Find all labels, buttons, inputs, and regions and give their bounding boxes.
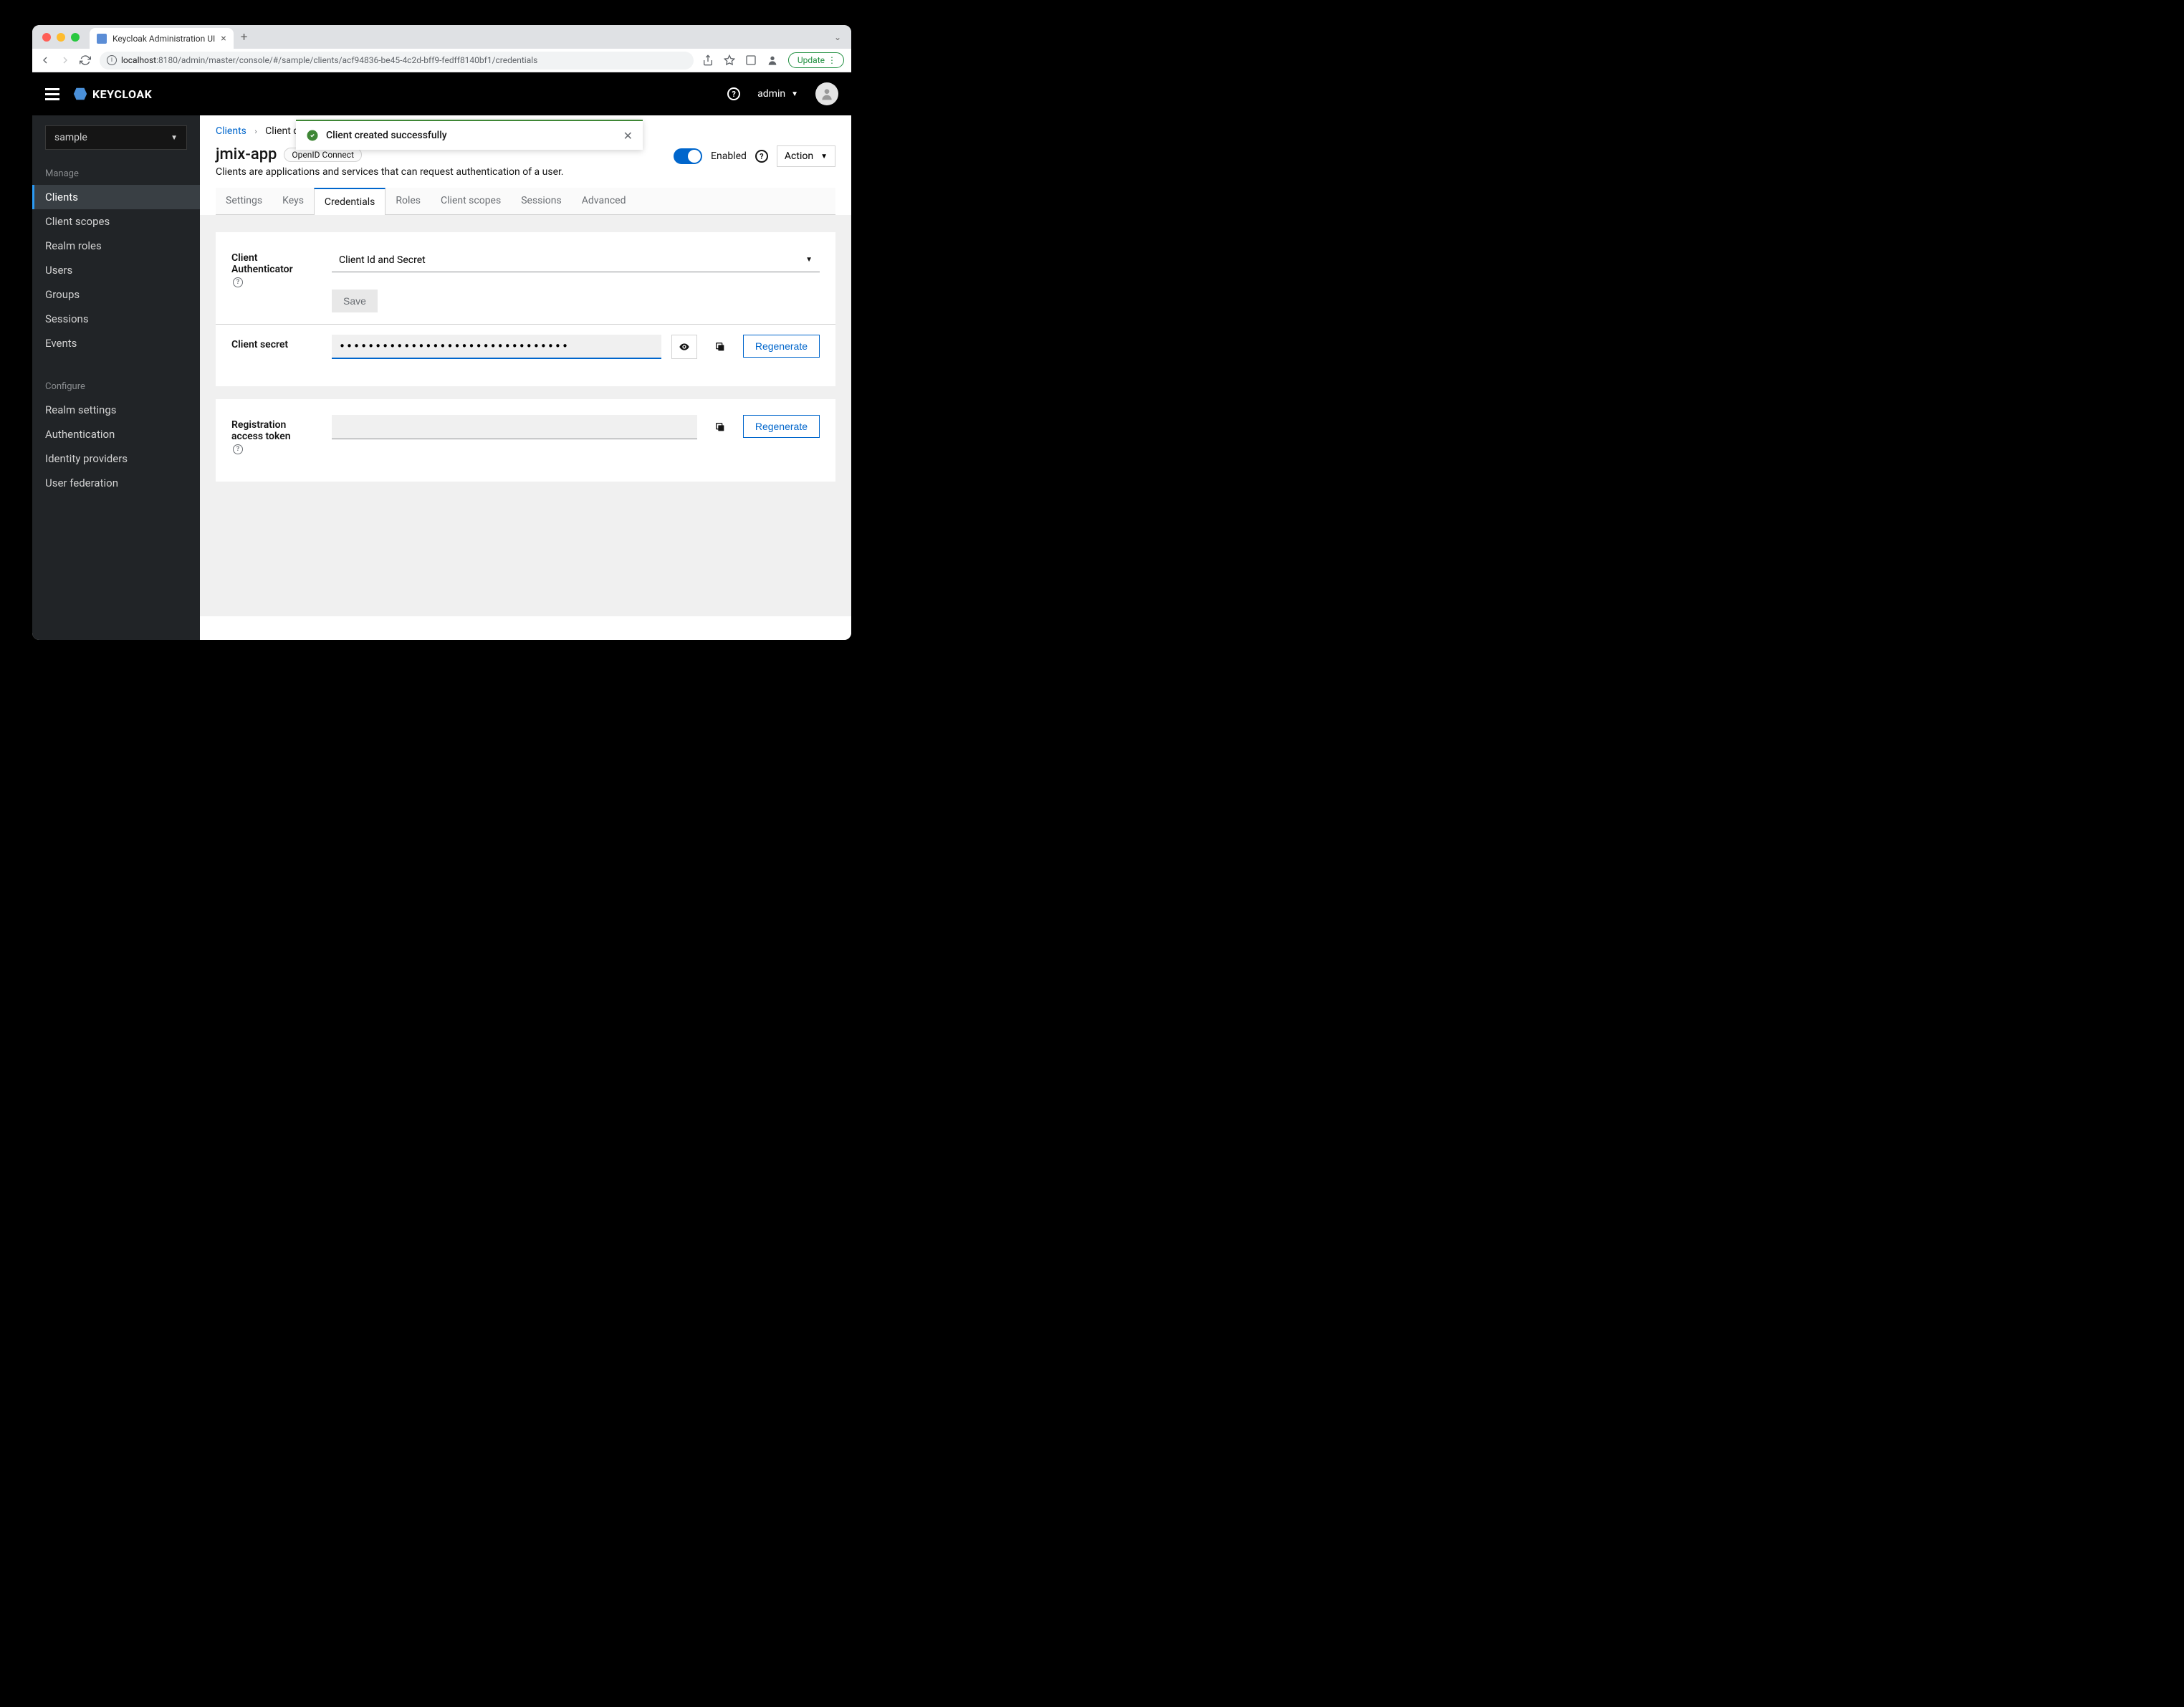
tab-sessions[interactable]: Sessions [511, 188, 572, 214]
tab-keys[interactable]: Keys [272, 188, 314, 214]
avatar[interactable] [815, 82, 838, 105]
copy-token-button[interactable] [707, 415, 733, 439]
page-title: jmix-app [216, 145, 277, 163]
bookmark-icon[interactable] [724, 54, 735, 66]
sidebar-item-realm-settings[interactable]: Realm settings [32, 398, 200, 422]
sidebar-section-manage: Manage [32, 163, 200, 185]
close-window-button[interactable] [42, 33, 51, 42]
maximize-window-button[interactable] [71, 33, 80, 42]
authenticator-select[interactable]: Client Id and Secret ▼ [332, 248, 820, 272]
chevron-down-icon: ▼ [820, 153, 828, 161]
more-icon: ⋮ [828, 55, 836, 65]
eye-icon [679, 341, 690, 353]
reg-token-input[interactable] [332, 415, 697, 439]
sidebar-item-authentication[interactable]: Authentication [32, 422, 200, 446]
tab-title: Keycloak Administration UI [112, 34, 215, 44]
registration-token-card: Registration access token ? Regenerate [216, 399, 835, 482]
tab-roles[interactable]: Roles [385, 188, 431, 214]
browser-tab[interactable]: Keycloak Administration UI × [90, 28, 234, 49]
regenerate-token-button[interactable]: Regenerate [743, 415, 820, 438]
tab-overflow-icon[interactable]: ⌄ [834, 32, 841, 42]
forward-button[interactable] [59, 54, 71, 66]
new-tab-button[interactable]: + [241, 30, 248, 44]
toast-close-icon[interactable]: ✕ [623, 129, 633, 143]
tab-settings[interactable]: Settings [216, 188, 272, 214]
regenerate-secret-button[interactable]: Regenerate [743, 335, 820, 358]
action-dropdown[interactable]: Action ▼ [777, 145, 835, 167]
tab-client-scopes[interactable]: Client scopes [431, 188, 511, 214]
app-header: KEYCLOAK ? admin ▼ [32, 72, 851, 115]
help-icon[interactable]: ? [233, 277, 243, 287]
site-info-icon[interactable]: i [107, 55, 117, 65]
help-icon[interactable]: ? [755, 150, 768, 163]
address-bar: i localhost:8180/admin/master/console/#/… [32, 49, 851, 72]
sidebar-item-client-scopes[interactable]: Client scopes [32, 209, 200, 234]
sidebar-section-configure: Configure [32, 376, 200, 398]
extensions-icon[interactable] [745, 54, 757, 66]
help-icon[interactable]: ? [233, 444, 243, 454]
sidebar-item-events[interactable]: Events [32, 331, 200, 355]
copy-icon [714, 421, 726, 433]
minimize-window-button[interactable] [57, 33, 65, 42]
profile-icon[interactable] [767, 54, 778, 66]
divider [216, 324, 835, 325]
logo[interactable]: KEYCLOAK [72, 86, 152, 102]
tabs: Settings Keys Credentials Roles Client s… [216, 188, 835, 215]
keycloak-logo-icon [72, 86, 88, 102]
main-content: Clients › Client details jmix-app OpenID… [200, 115, 851, 640]
sidebar-item-identity-providers[interactable]: Identity providers [32, 446, 200, 471]
update-button[interactable]: Update ⋮ [788, 52, 844, 68]
enabled-label: Enabled [711, 150, 747, 162]
url-text: localhost:8180/admin/master/console/#/sa… [121, 55, 537, 65]
copy-icon [714, 341, 726, 353]
client-secret-label: Client secret [231, 335, 317, 350]
sidebar-item-sessions[interactable]: Sessions [32, 307, 200, 331]
sidebar-item-users[interactable]: Users [32, 258, 200, 282]
close-tab-icon[interactable]: × [221, 33, 226, 44]
sidebar: sample ▼ Manage Clients Client scopes Re… [32, 115, 200, 640]
user-menu[interactable]: admin ▼ [757, 88, 798, 100]
browser-titlebar: Keycloak Administration UI × + ⌄ [32, 25, 851, 49]
sidebar-item-groups[interactable]: Groups [32, 282, 200, 307]
enabled-toggle[interactable] [674, 148, 702, 164]
breadcrumb-clients-link[interactable]: Clients [216, 125, 246, 137]
back-button[interactable] [39, 54, 51, 66]
toolbar-right: Update ⋮ [702, 52, 844, 68]
sidebar-item-user-federation[interactable]: User federation [32, 471, 200, 495]
success-toast: Client created successfully ✕ [296, 120, 643, 150]
help-icon[interactable]: ? [727, 87, 740, 100]
tab-content: Client Authenticator ? Client Id and Sec… [200, 215, 851, 616]
realm-selector[interactable]: sample ▼ [45, 125, 187, 150]
browser-window: Keycloak Administration UI × + ⌄ i local… [32, 25, 851, 640]
page-description: Clients are applications and services th… [216, 166, 665, 178]
chevron-down-icon: ▼ [791, 90, 798, 98]
authenticator-card: Client Authenticator ? Client Id and Sec… [216, 232, 835, 386]
tab-credentials[interactable]: Credentials [314, 188, 385, 215]
chevron-down-icon: ▼ [805, 256, 813, 264]
reload-button[interactable] [80, 54, 91, 66]
sidebar-item-clients[interactable]: Clients [32, 185, 200, 209]
favicon-icon [97, 34, 107, 44]
copy-secret-button[interactable] [707, 335, 733, 359]
url-field[interactable]: i localhost:8180/admin/master/console/#/… [100, 52, 694, 70]
chevron-right-icon: › [254, 127, 257, 136]
sidebar-item-realm-roles[interactable]: Realm roles [32, 234, 200, 258]
reveal-secret-button[interactable] [671, 335, 697, 359]
user-icon [820, 87, 834, 101]
tab-advanced[interactable]: Advanced [572, 188, 636, 214]
chevron-down-icon: ▼ [171, 134, 178, 142]
reg-token-label: Registration access token ? [231, 415, 317, 454]
menu-toggle-button[interactable] [45, 88, 59, 100]
share-icon[interactable] [702, 54, 714, 66]
window-controls [42, 33, 80, 42]
client-secret-input[interactable]: •••••••••••••••••••••••••••••••• [332, 335, 661, 359]
app-body: Client created successfully ✕ sample ▼ M… [32, 115, 851, 640]
check-circle-icon [306, 129, 319, 142]
authenticator-label: Client Authenticator ? [231, 248, 317, 287]
save-button[interactable]: Save [332, 290, 378, 312]
toast-message: Client created successfully [326, 130, 623, 141]
